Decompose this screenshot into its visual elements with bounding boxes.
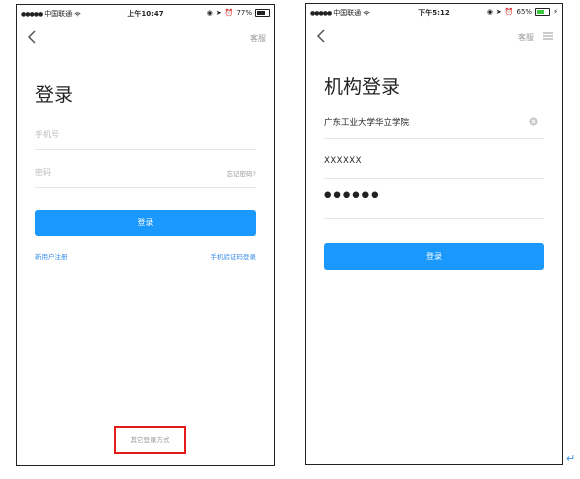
other-login-methods-button[interactable]: 其它登录方式 — [114, 426, 186, 454]
location-icon: ➤ — [215, 9, 222, 17]
sms-login-link[interactable]: 手机验证码登录 — [211, 251, 257, 261]
orientation-lock-icon: ◉ — [486, 8, 493, 16]
location-icon: ➤ — [495, 8, 502, 16]
clear-icon[interactable] — [529, 117, 538, 126]
alarm-icon: ⏰ — [224, 9, 234, 17]
customer-service-link[interactable]: 客服 — [518, 32, 534, 43]
status-bar: ●●●●● 中国联通 上午10:47 ◉ ➤ ⏰ 77% — [17, 5, 274, 23]
login-button[interactable]: 登录 — [35, 210, 256, 236]
password-placeholder: 密码 — [35, 168, 51, 177]
institution-value: 广东工业大学华立学院 — [324, 118, 410, 128]
phone-placeholder: 手机号 — [35, 130, 59, 139]
institution-login-screen: ●●●●● 中国联通 下午5:12 ◉ ➤ ⏰ 65% ⚡ 客服 机构登录 广东… — [305, 3, 563, 465]
battery-icon — [255, 9, 270, 17]
register-link[interactable]: 新用户注册 — [35, 251, 68, 261]
back-chevron-icon[interactable] — [314, 28, 328, 44]
paragraph-return-icon: ↵ — [566, 452, 576, 465]
customer-service-link[interactable]: 客服 — [250, 33, 266, 44]
page-title: 机构登录 — [324, 76, 401, 98]
alarm-icon: ⏰ — [504, 8, 514, 16]
password-field[interactable]: ●●●●●● — [324, 184, 544, 219]
back-chevron-icon[interactable] — [25, 29, 39, 45]
battery-percent: 77% — [236, 9, 252, 17]
orientation-lock-icon: ◉ — [206, 9, 213, 17]
battery-icon — [535, 8, 551, 16]
charging-icon: ⚡ — [553, 8, 558, 16]
navigation-bar: 客服 — [17, 23, 274, 53]
status-bar: ●●●●● 中国联通 下午5:12 ◉ ➤ ⏰ 65% ⚡ — [306, 4, 562, 22]
password-field[interactable]: 密码 忘记密码? — [35, 157, 256, 188]
institution-field[interactable]: 广东工业大学华立学院 — [324, 104, 544, 139]
battery-percent: 65% — [516, 8, 533, 16]
account-value: XXXXXX — [324, 156, 362, 166]
account-field[interactable]: XXXXXX — [324, 144, 544, 179]
password-value: ●●●●●● — [324, 190, 381, 200]
forgot-password-link[interactable]: 忘记密码? — [227, 168, 256, 178]
menu-icon[interactable] — [542, 30, 554, 42]
login-screen: ●●●●● 中国联通 上午10:47 ◉ ➤ ⏰ 77% 客服 登录 手机号 密… — [16, 4, 275, 466]
login-button[interactable]: 登录 — [324, 243, 544, 270]
page-title: 登录 — [35, 84, 74, 106]
navigation-bar: 客服 — [306, 22, 562, 52]
phone-field[interactable]: 手机号 — [35, 119, 256, 150]
